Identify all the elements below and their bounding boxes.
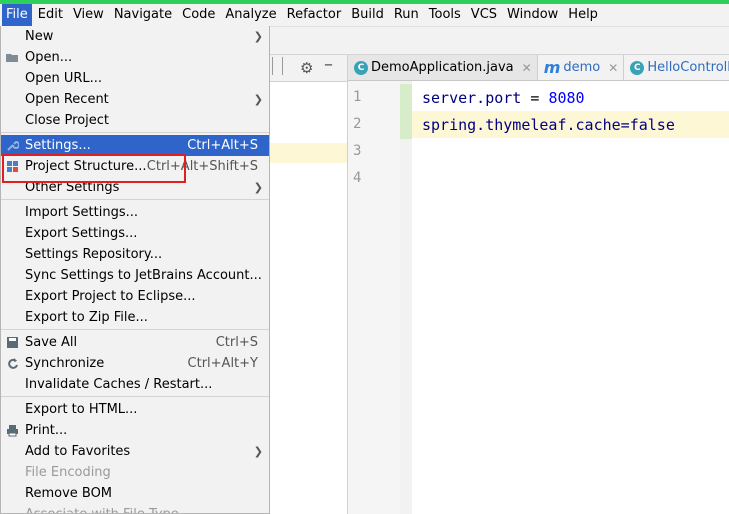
selected-tree-row[interactable] xyxy=(270,143,347,163)
menu-analyze[interactable]: Analyze xyxy=(221,4,280,26)
code-line-1[interactable]: server.port = 8080 xyxy=(422,89,585,107)
settings-highlight-box xyxy=(2,154,186,183)
menu-separator xyxy=(1,329,269,330)
chevron-right-icon: ❯ xyxy=(253,93,263,106)
menu-item-associate-file-type: Associate with File Type... xyxy=(1,504,269,513)
menu-build[interactable]: Build xyxy=(347,4,388,26)
editor-tabs: C DemoApplication.java ✕ m demo ✕ C Hell… xyxy=(348,55,729,81)
menu-edit[interactable]: Edit xyxy=(34,4,67,26)
menu-item-open[interactable]: Open... xyxy=(1,47,269,68)
menu-item-new[interactable]: New ❯ xyxy=(1,26,269,47)
chevron-right-icon: ❯ xyxy=(253,30,263,43)
menu-separator xyxy=(1,199,269,200)
wrench-icon xyxy=(7,140,19,151)
property-key: server.port xyxy=(422,89,522,107)
menu-item-open-url[interactable]: Open URL... xyxy=(1,68,269,89)
splitter-icon[interactable] xyxy=(272,57,283,75)
minimize-icon[interactable]: – xyxy=(324,54,333,75)
project-pane-header: ⚙ – xyxy=(270,54,347,82)
module-icon: m xyxy=(543,57,561,77)
menu-code[interactable]: Code xyxy=(178,4,219,26)
menu-item-settings[interactable]: Settings... Ctrl+Alt+S xyxy=(1,135,269,156)
menu-item-export-html[interactable]: Export to HTML... xyxy=(1,399,269,420)
menu-window[interactable]: Window xyxy=(503,4,562,26)
chevron-right-icon: ❯ xyxy=(253,445,263,458)
menu-help[interactable]: Help xyxy=(564,4,602,26)
menu-item-add-favorites[interactable]: Add to Favorites ❯ xyxy=(1,441,269,462)
tab-demo[interactable]: m demo ✕ xyxy=(538,55,625,80)
gear-icon[interactable]: ⚙ xyxy=(300,59,313,77)
menu-item-import-settings[interactable]: Import Settings... xyxy=(1,202,269,223)
menu-item-export-settings[interactable]: Export Settings... xyxy=(1,223,269,244)
class-icon: C xyxy=(630,60,645,75)
menu-separator xyxy=(1,396,269,397)
assign-operator: = xyxy=(521,89,549,107)
line-number: 3 xyxy=(353,143,362,159)
close-icon[interactable]: ✕ xyxy=(522,61,532,75)
menu-vcs[interactable]: VCS xyxy=(467,4,501,26)
tab-demo-application[interactable]: C DemoApplication.java ✕ xyxy=(348,55,538,80)
menu-item-file-encoding: File Encoding xyxy=(25,465,111,480)
tab-hello-controller[interactable]: C HelloController.ja xyxy=(624,55,729,80)
code-editor[interactable] xyxy=(412,81,729,514)
line-number: 2 xyxy=(353,116,362,132)
tab-label: HelloController.ja xyxy=(647,60,729,75)
menu-refactor[interactable]: Refactor xyxy=(283,4,346,26)
menu-item-open-recent[interactable]: Open Recent ❯ xyxy=(1,89,269,110)
menu-navigate[interactable]: Navigate xyxy=(110,4,176,26)
menu-item-save-all[interactable]: Save All Ctrl+S xyxy=(1,332,269,353)
line-number: 4 xyxy=(353,170,362,186)
menu-bar: File Edit View Navigate Code Analyze Ref… xyxy=(0,4,729,27)
menu-item-invalidate-caches[interactable]: Invalidate Caches / Restart... xyxy=(1,374,269,395)
menu-item-close-project[interactable]: Close Project xyxy=(1,110,269,131)
tab-label: DemoApplication.java xyxy=(371,60,514,75)
menu-item-synchronize[interactable]: Synchronize Ctrl+Alt+Y xyxy=(1,353,269,374)
menu-item-settings-repository[interactable]: Settings Repository... xyxy=(1,244,269,265)
line-gutter: 1 2 3 4 xyxy=(348,81,400,514)
tab-label: demo xyxy=(563,60,601,75)
menu-item-remove-bom[interactable]: Remove BOM xyxy=(1,483,269,504)
close-icon[interactable]: ✕ xyxy=(608,61,618,75)
change-marker xyxy=(400,84,412,139)
menu-file[interactable]: File xyxy=(2,4,32,26)
menu-item-print[interactable]: Print... xyxy=(1,420,269,441)
menu-item-export-zip[interactable]: Export to Zip File... xyxy=(1,307,269,328)
property-value: 8080 xyxy=(548,89,585,107)
project-pane: ⚙ – xyxy=(270,54,348,514)
line-number: 1 xyxy=(353,89,362,105)
menu-view[interactable]: View xyxy=(69,4,108,26)
chevron-right-icon: ❯ xyxy=(253,181,263,194)
menu-separator xyxy=(1,132,269,133)
folder-icon xyxy=(6,54,18,62)
menu-item-export-eclipse[interactable]: Export Project to Eclipse... xyxy=(1,286,269,307)
printer-icon xyxy=(7,425,18,437)
code-line-2[interactable]: spring.thymeleaf.cache=false xyxy=(422,116,675,134)
class-icon: C xyxy=(354,60,368,75)
save-icon xyxy=(7,337,18,348)
menu-tools[interactable]: Tools xyxy=(425,4,465,26)
menu-run[interactable]: Run xyxy=(390,4,423,26)
refresh-icon xyxy=(8,358,18,369)
file-menu: New ❯ Open... Open URL... Open Recent ❯ … xyxy=(0,26,270,514)
menu-item-sync-settings[interactable]: Sync Settings to JetBrains Account... xyxy=(1,265,269,286)
